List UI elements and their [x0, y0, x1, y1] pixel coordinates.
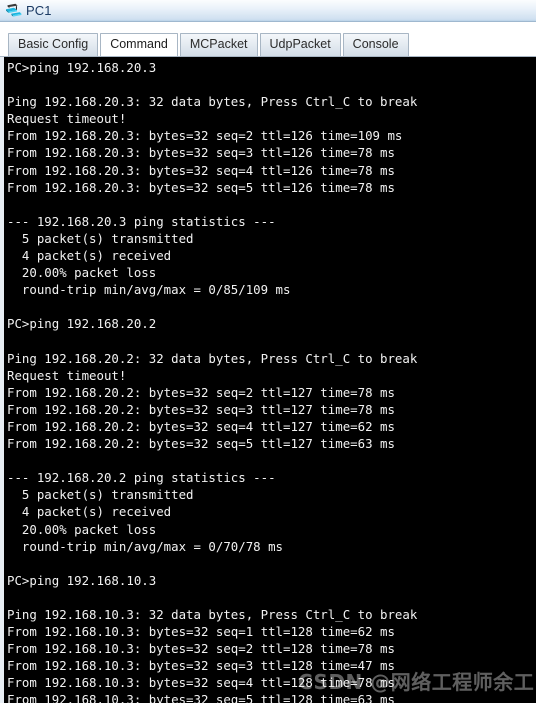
tab-mcpacket[interactable]: MCPacket: [179, 33, 258, 56]
tab-udppacket[interactable]: UdpPacket: [259, 33, 341, 56]
tab-basic-config[interactable]: Basic Config: [8, 33, 99, 56]
window-title-label: PC1: [26, 3, 52, 18]
tab-console[interactable]: Console: [342, 33, 409, 56]
tab-strip: Basic Config Command MCPacket UdpPacket …: [0, 22, 536, 56]
tab-command[interactable]: Command: [100, 33, 178, 56]
pc1-device-window: PC1 Basic Config Command MCPacket UdpPac…: [0, 0, 536, 703]
terminal-output-text: PC>ping 192.168.20.3 Ping 192.168.20.3: …: [7, 60, 418, 703]
terminal-panel: PC>ping 192.168.20.3 Ping 192.168.20.3: …: [0, 56, 536, 703]
command-terminal[interactable]: PC>ping 192.168.20.3 Ping 192.168.20.3: …: [4, 57, 536, 703]
pc-device-icon: [6, 3, 22, 17]
window-title-bar: PC1: [0, 0, 536, 22]
